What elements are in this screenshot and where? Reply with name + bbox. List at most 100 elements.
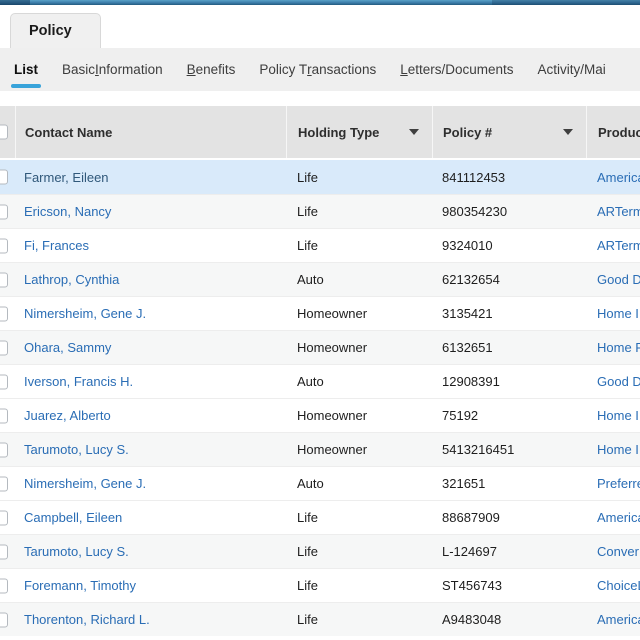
subtab-policy-transactions[interactable]: Policy Tr ansactions [256, 48, 379, 91]
cell-holding-type: Homeowner [297, 442, 368, 457]
cell-product[interactable]: America [586, 510, 640, 525]
column-header-label: Product [598, 124, 640, 140]
cell-product[interactable]: ARTerm [586, 238, 640, 253]
cell-policy-number: A9483048 [442, 612, 502, 627]
cell-holding-type: Life [297, 169, 318, 185]
table-row[interactable]: Tarumoto, Lucy S. Homeowner 5413216451 Home… [0, 432, 640, 466]
cell-product[interactable]: Home I [586, 306, 640, 321]
row-checkbox[interactable] [0, 306, 8, 321]
table-row[interactable]: Farmer, Eileen Life 841112453 America [0, 160, 640, 194]
row-checkbox[interactable] [0, 238, 8, 253]
row-checkbox-cell [0, 569, 15, 602]
cell-product[interactable]: Home I [586, 442, 640, 457]
subtab-nav: List Basic Information Benefits Policy Tr an… [0, 48, 640, 91]
row-checkbox-cell [0, 433, 15, 466]
cell-product[interactable]: Home P [586, 340, 640, 355]
table-row[interactable]: Nimersheim, Gene J. Homeowner 3135421 Home … [0, 296, 640, 330]
row-checkbox[interactable] [0, 612, 8, 627]
top-accent-bar [0, 0, 640, 5]
table-row[interactable]: Lathrop, Cynthia Auto 62132654 Good D [0, 262, 640, 296]
subtab-benefits[interactable]: Benefits [184, 48, 239, 91]
cell-product[interactable]: America [586, 612, 640, 627]
subtab-label-post: ansactions [311, 62, 377, 77]
cell-contact-name[interactable]: Nimersheim, Gene J. [15, 476, 286, 491]
row-checkbox-cell [0, 501, 15, 534]
row-checkbox[interactable] [0, 442, 8, 457]
subtab-list[interactable]: List [11, 48, 42, 91]
column-header-policy: Policy # [432, 106, 586, 158]
table-row[interactable]: Iverson, Francis H. Auto 12908391 Good D [0, 364, 640, 398]
cell-policy-number: 6132651 [442, 340, 493, 355]
row-checkbox[interactable] [0, 578, 8, 593]
row-checkbox[interactable] [0, 340, 8, 355]
cell-product[interactable]: Good D [586, 272, 640, 287]
cell-policy-number: 9324010 [442, 238, 493, 253]
table-row[interactable]: Juarez, Alberto Homeowner 75192 Home I [0, 398, 640, 432]
subtab-letters-documents[interactable]: Letters/Documents [397, 48, 516, 91]
row-checkbox[interactable] [0, 544, 8, 559]
row-checkbox-cell [0, 229, 15, 262]
row-checkbox-cell [0, 195, 15, 228]
cell-contact-name[interactable]: Ericson, Nancy [15, 204, 286, 219]
row-checkbox-cell [0, 331, 15, 364]
cell-policy-number: 841112453 [442, 169, 506, 185]
row-checkbox[interactable] [0, 374, 8, 389]
cell-contact-name[interactable]: Fi, Frances [15, 238, 286, 253]
cell-product[interactable]: ChoiceL [586, 578, 640, 593]
table-row[interactable]: Foremann, Timothy Life ST456743 ChoiceL [0, 568, 640, 602]
cell-holding-type: Life [297, 510, 318, 525]
subtab-basic-information[interactable]: Basic Information [59, 48, 166, 91]
cell-contact-name[interactable]: Foremann, Timothy [15, 578, 286, 593]
cell-product[interactable]: ARTerm [586, 204, 640, 219]
cell-contact-name[interactable]: Campbell, Eileen [15, 510, 286, 525]
table-row[interactable]: Ohara, Sammy Homeowner 6132651 Home P [0, 330, 640, 364]
column-header-contact-name: Contact Name [15, 106, 286, 158]
cell-holding-type: Life [297, 544, 318, 559]
subtab-label-pre: Basic [62, 62, 96, 77]
row-checkbox[interactable] [0, 169, 8, 185]
tab-policy-label: Policy [29, 23, 72, 39]
tab-policy[interactable]: Policy [10, 13, 101, 48]
cell-product[interactable]: Preferre [586, 476, 640, 491]
cell-holding-type: Life [297, 204, 318, 219]
table-row[interactable]: Ericson, Nancy Life 980354230 ARTerm [0, 194, 640, 228]
cell-contact-name[interactable]: Farmer, Eileen [15, 170, 286, 185]
cell-contact-name[interactable]: Juarez, Alberto [15, 408, 286, 423]
cell-contact-name[interactable]: Tarumoto, Lucy S. [15, 544, 286, 559]
row-checkbox[interactable] [0, 510, 8, 525]
select-all-checkbox[interactable] [0, 124, 8, 140]
cell-contact-name[interactable]: Nimersheim, Gene J. [15, 306, 286, 321]
row-checkbox[interactable] [0, 408, 8, 423]
cell-product[interactable]: Home I [586, 408, 640, 423]
cell-contact-name[interactable]: Lathrop, Cynthia [15, 272, 286, 287]
subtab-activity-mai[interactable]: Activity/Mai [535, 48, 609, 91]
row-checkbox[interactable] [0, 476, 8, 491]
filter-dropdown-icon[interactable] [409, 129, 419, 135]
column-header-product: Product [586, 106, 640, 158]
filter-dropdown-icon[interactable] [563, 129, 573, 135]
cell-contact-name[interactable]: Iverson, Francis H. [15, 374, 286, 389]
table-row[interactable]: Campbell, Eileen Life 88687909 America [0, 500, 640, 534]
row-checkbox-cell [0, 263, 15, 296]
table-row[interactable]: Tarumoto, Lucy S. Life L-124697 Conver [0, 534, 640, 568]
column-header-label: Contact Name [25, 124, 113, 140]
cell-product[interactable]: America [586, 170, 640, 185]
row-checkbox-cell [0, 535, 15, 568]
cell-contact-name[interactable]: Tarumoto, Lucy S. [15, 442, 286, 457]
cell-policy-number: 62132654 [442, 272, 500, 287]
table-row[interactable]: Thorenton, Richard L. Life A9483048 America [0, 602, 640, 636]
cell-policy-number: 75192 [442, 408, 479, 423]
row-checkbox-cell [0, 297, 15, 330]
column-header-holding-type: Holding Type [286, 106, 432, 158]
subtab-label-post: etters/Documents [407, 62, 514, 77]
cell-product[interactable]: Conver [586, 544, 640, 559]
row-checkbox[interactable] [0, 204, 8, 219]
cell-contact-name[interactable]: Thorenton, Richard L. [15, 612, 286, 627]
subtab-label-post: enefits [195, 62, 236, 77]
cell-contact-name[interactable]: Ohara, Sammy [15, 340, 286, 355]
table-row[interactable]: Fi, Frances Life 9324010 ARTerm [0, 228, 640, 262]
column-header-label: Holding Type [298, 124, 380, 140]
cell-product[interactable]: Good D [586, 374, 640, 389]
table-row[interactable]: Nimersheim, Gene J. Auto 321651 Preferre [0, 466, 640, 500]
row-checkbox[interactable] [0, 272, 8, 287]
